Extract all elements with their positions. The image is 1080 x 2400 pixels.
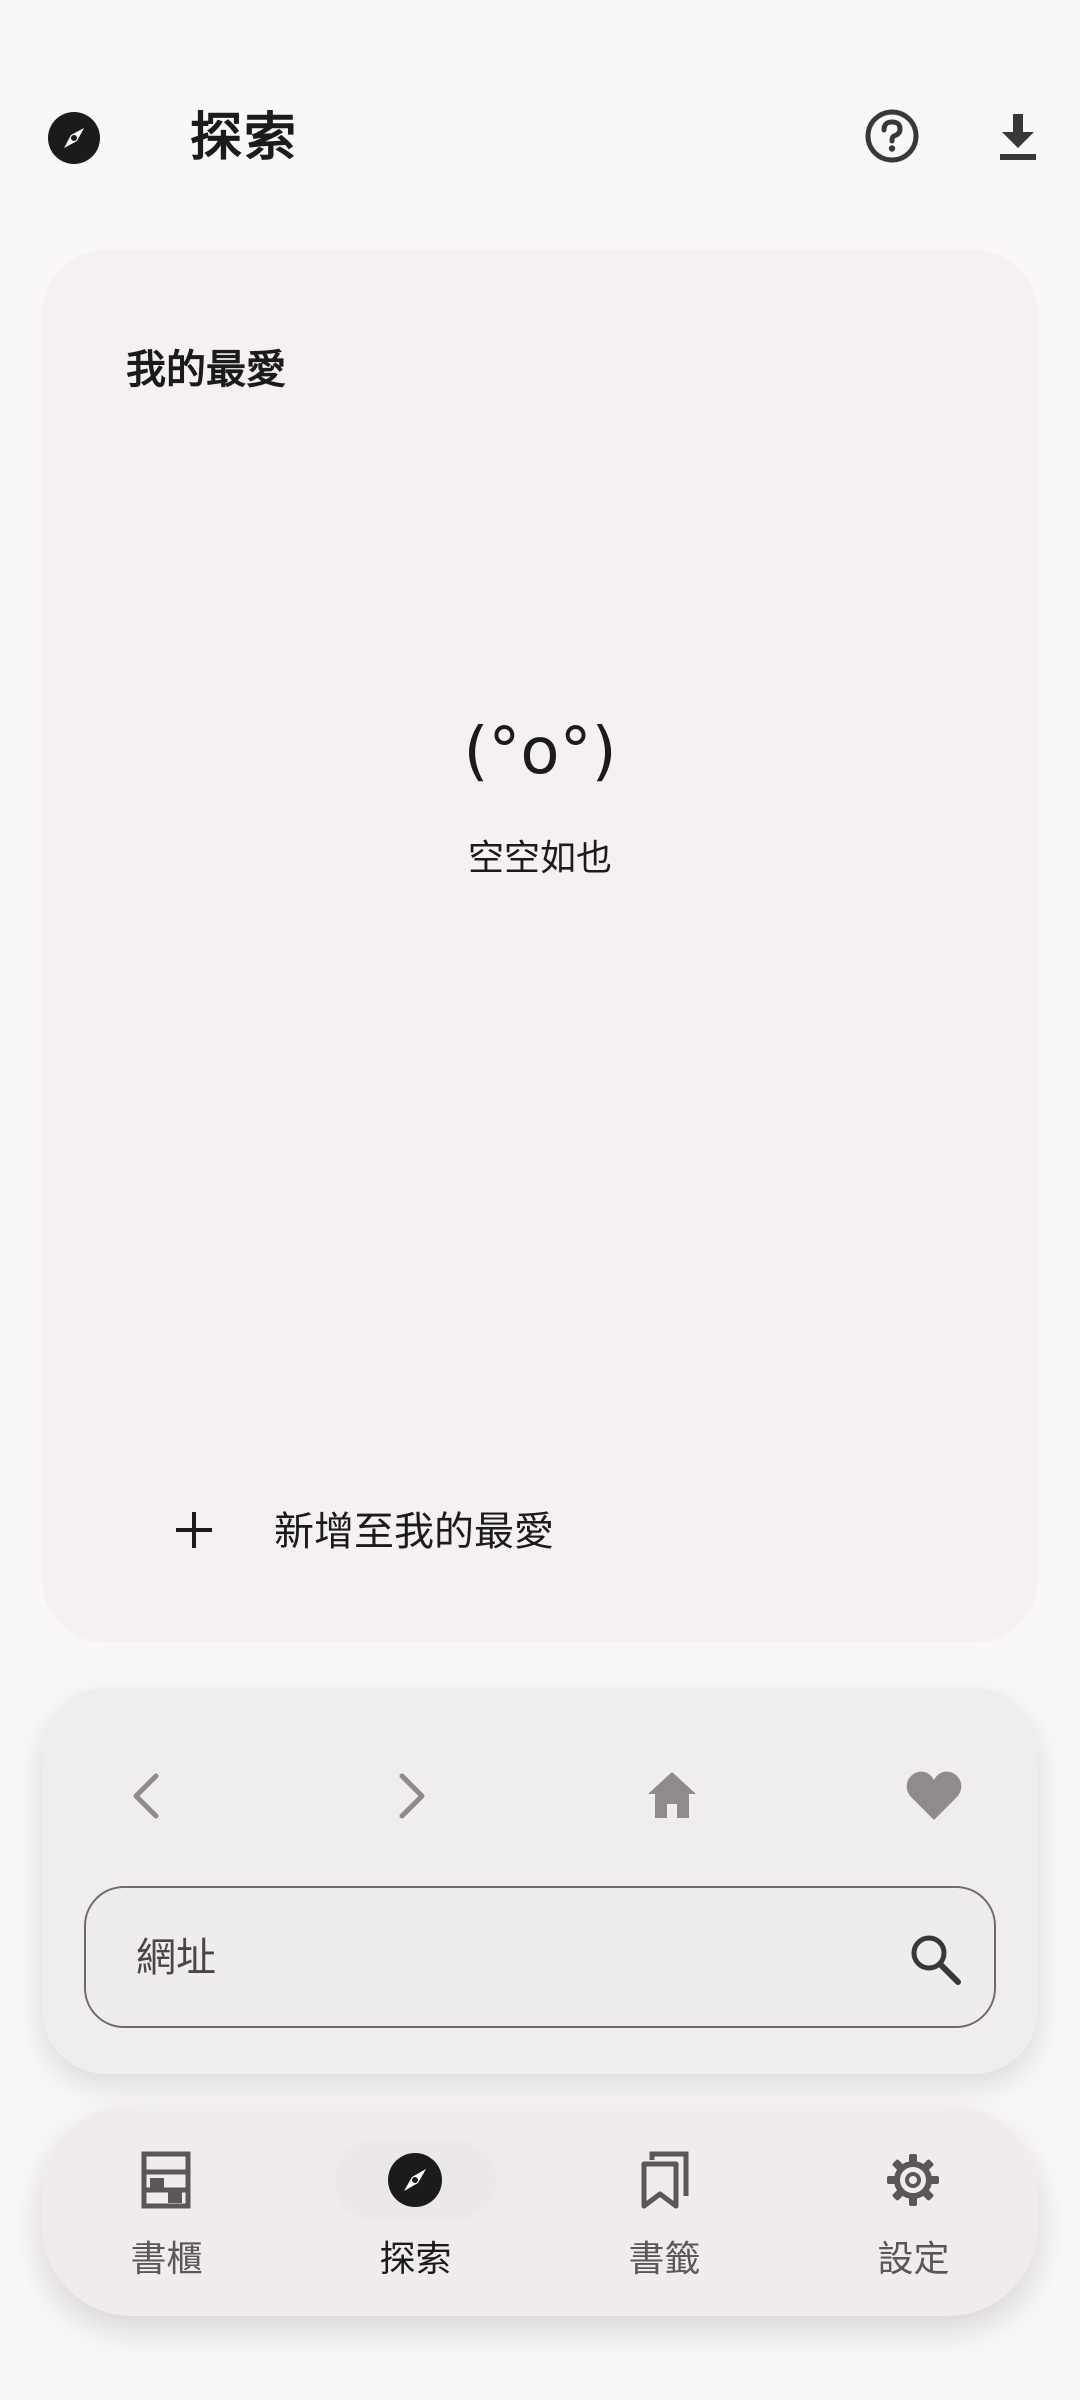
nav-label-explore: 探索 [379,2239,452,2280]
nav-label-settings: 設定 [877,2239,950,2280]
bookshelf-icon [141,2151,191,2209]
bookmarks-icon [641,2151,689,2209]
url-input[interactable] [136,1924,856,1992]
compass-icon [46,110,102,166]
url-bar [84,1886,996,2028]
favorites-title: 我的最愛 [126,347,286,393]
back-button[interactable] [112,1760,184,1832]
nav-label-bookshelf: 書櫃 [130,2239,203,2280]
search-button[interactable] [904,1928,966,1990]
nav-item-explore[interactable]: 探索 [291,2106,540,2316]
nav-item-bookshelf[interactable]: 書櫃 [42,2106,291,2316]
favorite-button[interactable] [898,1760,970,1832]
chevron-left-icon [133,1773,159,1819]
plus-icon [176,1512,212,1548]
gear-icon [887,2154,939,2206]
add-to-favorites-button[interactable]: 新增至我的最愛 [126,1490,726,1570]
nav-item-settings[interactable]: 設定 [789,2106,1038,2316]
empty-state-face: (°o°) [463,715,617,789]
forward-button[interactable] [374,1760,446,1832]
add-to-favorites-label: 新增至我的最愛 [274,1509,554,1555]
nav-label-bookmarks: 書籤 [628,2239,701,2280]
help-button[interactable] [860,104,924,168]
search-icon [911,1935,961,1985]
home-icon [648,1772,696,1818]
empty-state-text: 空空如也 [467,838,612,879]
favorites-card: 我的最愛 (°o°) 空空如也 新增至我的最愛 [42,250,1038,1643]
bottom-navigation: 書櫃 探索 書籤 設定 [42,2106,1038,2316]
heart-icon [906,1771,962,1820]
browser-panel [42,1688,1038,2074]
top-app-bar: 探索 [0,0,1080,275]
home-button[interactable] [636,1760,708,1832]
page-title: 探索 [190,108,299,168]
help-circle-icon [865,109,919,163]
download-icon [1000,114,1036,160]
chevron-right-icon [399,1773,425,1819]
compass-icon [388,2153,442,2207]
download-button[interactable] [986,104,1050,168]
nav-item-bookmarks[interactable]: 書籤 [540,2106,789,2316]
